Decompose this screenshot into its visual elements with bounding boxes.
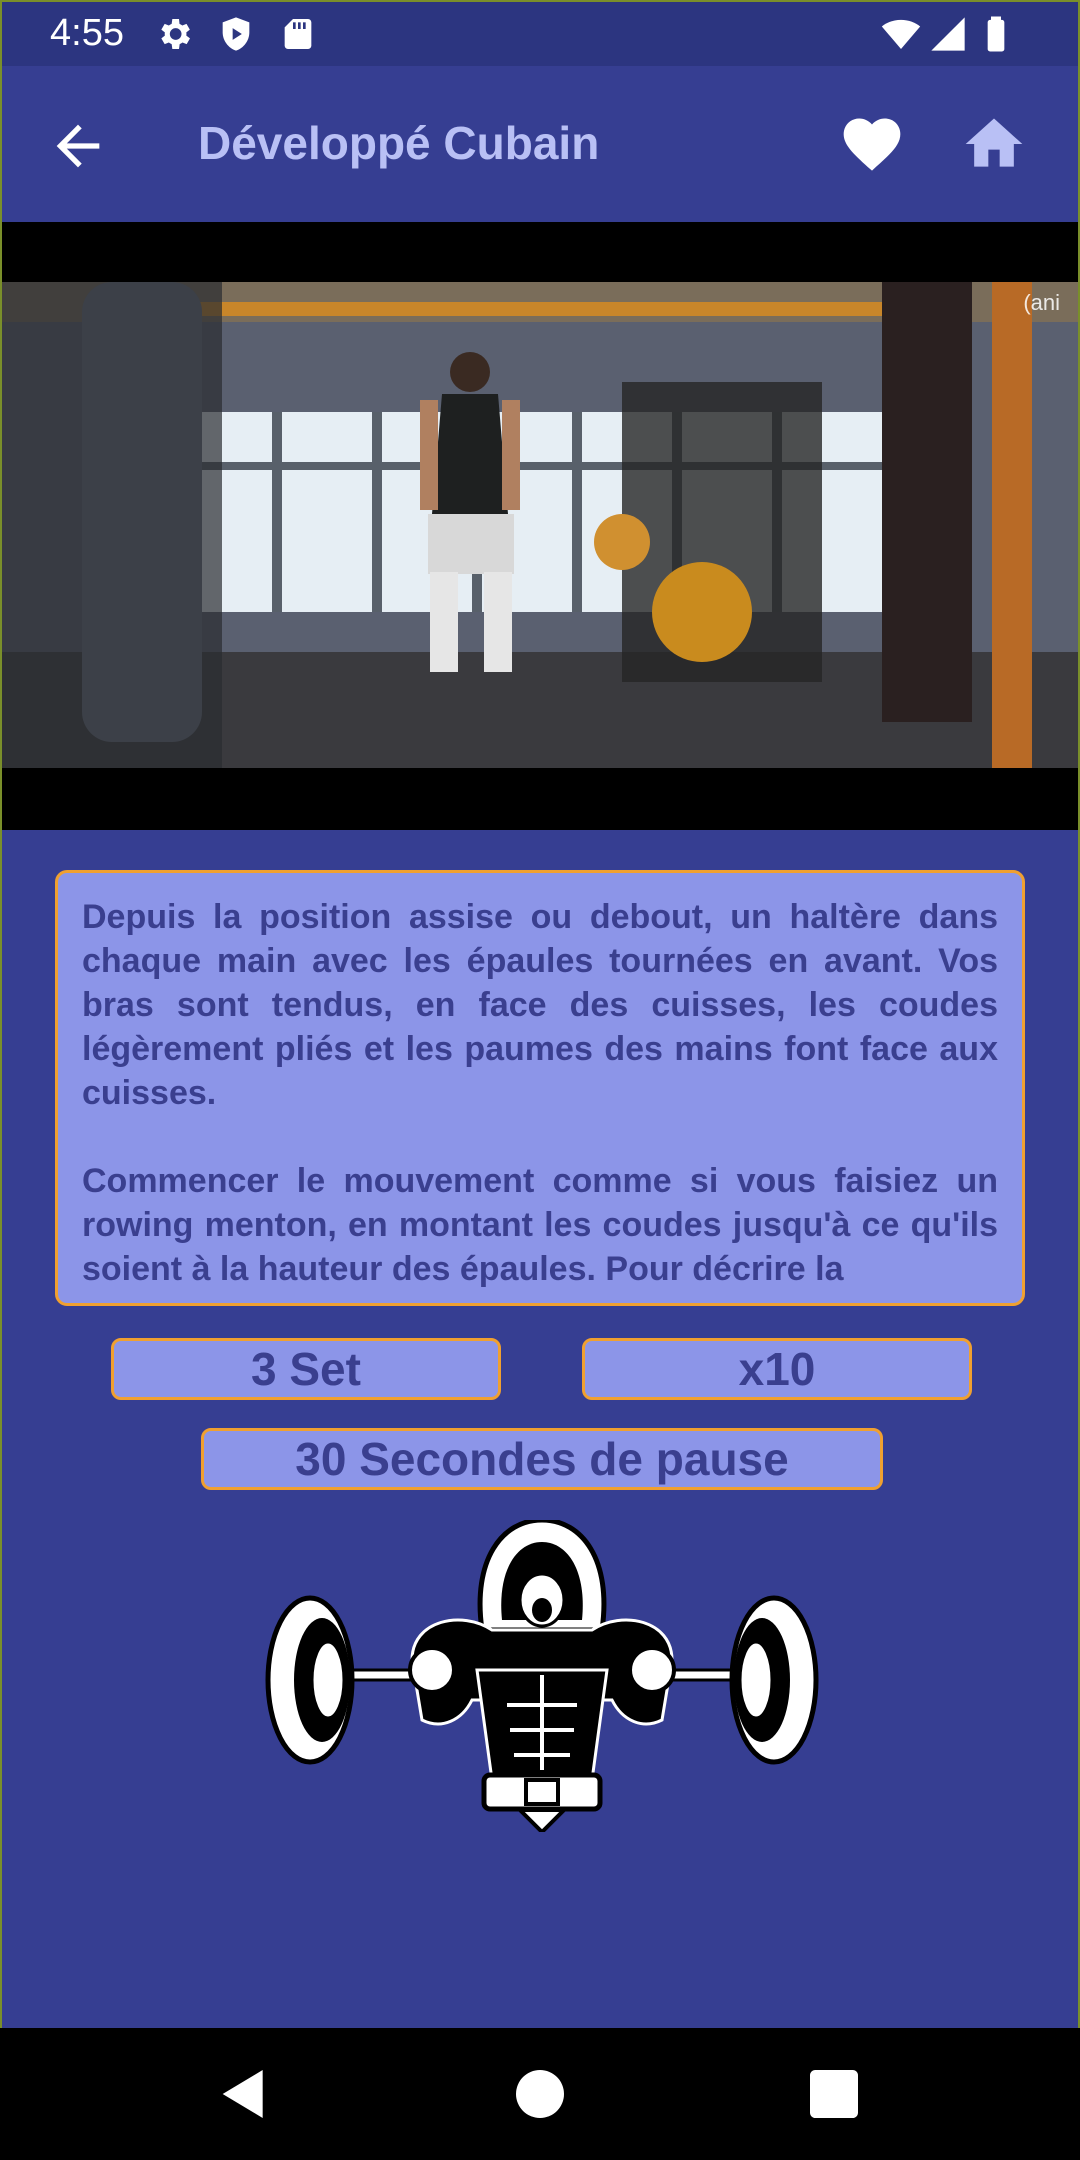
sets-badge: 3 Set xyxy=(111,1338,501,1400)
play-protect-icon xyxy=(222,17,250,51)
pause-badge: 30 Secondes de pause xyxy=(201,1428,883,1490)
nav-home-icon[interactable] xyxy=(508,2062,572,2126)
app-screen: 4:55 Développé Cubain (ani Depuis la pos… xyxy=(0,0,1080,2030)
app-bar: Développé Cubain xyxy=(2,66,1078,222)
system-nav-bar xyxy=(0,2028,1080,2160)
description-paragraph-1: Depuis la position assise ou debout, un … xyxy=(82,898,998,1112)
exercise-description[interactable]: Depuis la position assise ou debout, un … xyxy=(55,870,1025,1306)
description-paragraph-2: Commencer le mouvement comme si vous fai… xyxy=(82,1162,998,1288)
video-watermark: (ani xyxy=(1023,290,1060,315)
status-bar: 4:55 xyxy=(2,2,1078,66)
heart-icon[interactable] xyxy=(838,110,906,178)
gear-icon xyxy=(161,19,190,49)
battery-icon xyxy=(987,16,1005,52)
cell-signal-icon xyxy=(931,17,965,51)
wifi-icon xyxy=(881,19,921,49)
exercise-video[interactable]: (ani xyxy=(2,222,1078,830)
arrow-back-icon[interactable] xyxy=(46,114,110,178)
nav-back-icon[interactable] xyxy=(212,2062,276,2126)
gym-video-frame xyxy=(2,282,1078,768)
gorilla-barbell-logo xyxy=(265,1520,819,1832)
page-title: Développé Cubain xyxy=(198,117,600,169)
status-time: 4:55 xyxy=(50,12,124,54)
reps-badge: x10 xyxy=(582,1338,972,1400)
home-icon[interactable] xyxy=(960,110,1028,178)
nav-recents-icon[interactable] xyxy=(802,2062,866,2126)
sd-card-icon xyxy=(284,19,312,49)
